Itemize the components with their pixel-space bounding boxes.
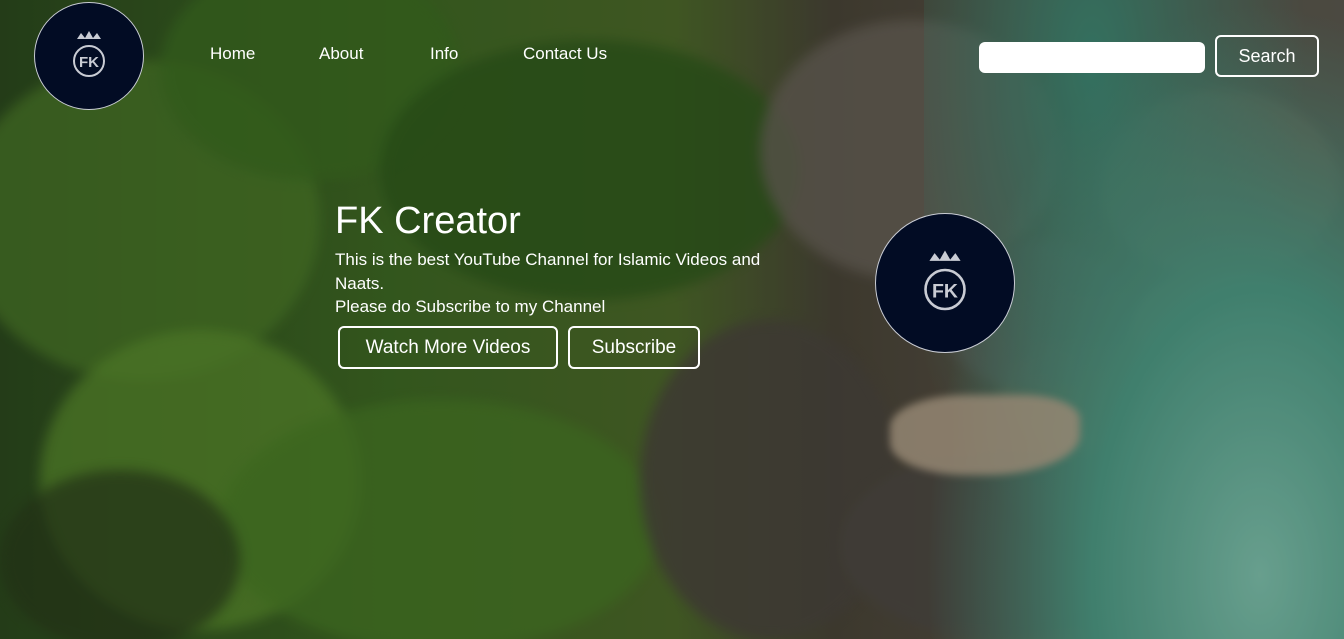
search-button[interactable]: Search — [1215, 35, 1319, 77]
nav-contact-link[interactable]: Contact Us — [523, 44, 607, 64]
logo-text: FK — [79, 54, 99, 71]
watch-more-videos-button[interactable]: Watch More Videos — [338, 326, 558, 369]
channel-logo: FK — [875, 213, 1015, 353]
nav-home-link[interactable]: Home — [210, 44, 255, 64]
hero-background-image — [0, 0, 1344, 639]
nav-info-link[interactable]: Info — [430, 44, 458, 64]
hero-description: This is the best YouTube Channel for Isl… — [335, 250, 761, 293]
nav-about-link[interactable]: About — [319, 44, 363, 64]
search-input[interactable] — [979, 42, 1205, 73]
hero-cta-text: Please do Subscribe to my Channel — [335, 297, 606, 316]
channel-logo-text: FK — [932, 280, 958, 302]
subscribe-button[interactable]: Subscribe — [568, 326, 700, 369]
site-logo[interactable]: FK — [34, 2, 144, 110]
hero-title: FK Creator — [335, 200, 521, 242]
fk-logo-icon: FK — [73, 31, 105, 77]
fk-logo-icon: FK — [924, 250, 966, 311]
